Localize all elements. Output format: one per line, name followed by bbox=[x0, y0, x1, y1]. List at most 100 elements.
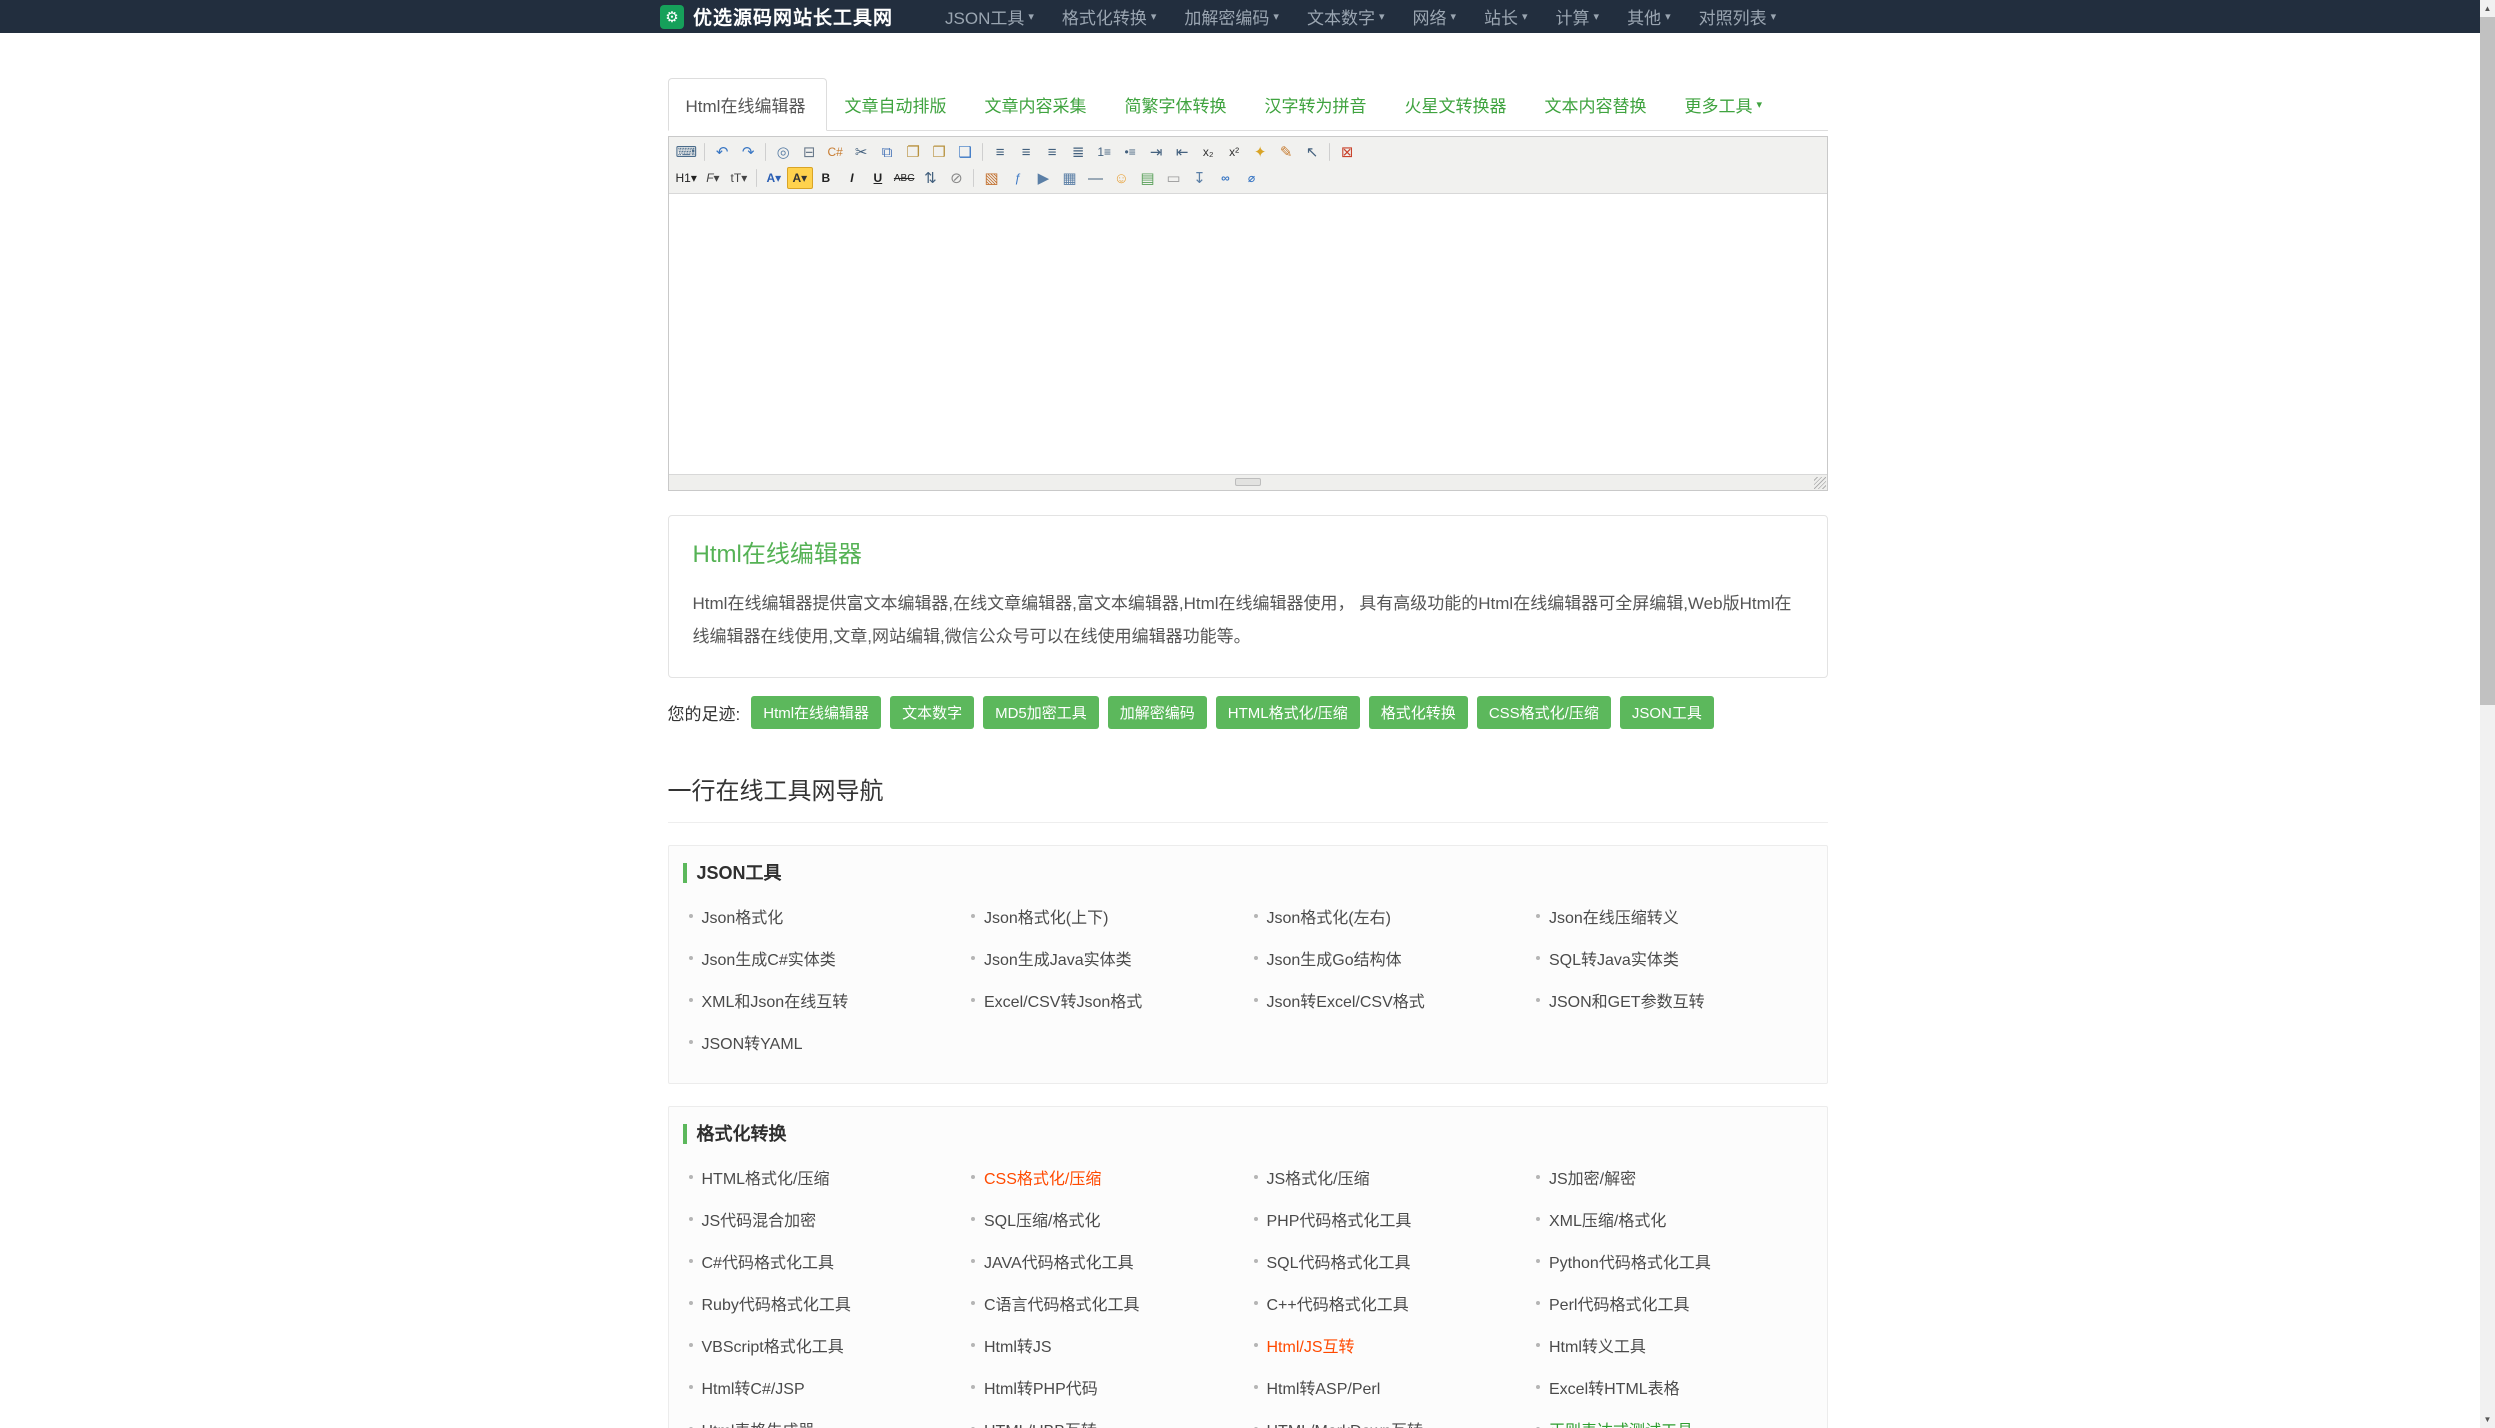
tool-link[interactable]: HTML/UBB互转 bbox=[965, 1408, 1248, 1428]
tool-link[interactable]: SQL转Java实体类 bbox=[1530, 937, 1813, 979]
tool-link[interactable]: Excel/CSV转Json格式 bbox=[965, 979, 1248, 1021]
tool-link[interactable]: VBScript格式化工具 bbox=[683, 1324, 966, 1366]
menu-encrypt-encode[interactable]: 加解密编码 ▾ bbox=[1170, 4, 1293, 29]
picture-icon[interactable]: ▤ bbox=[1134, 167, 1160, 189]
highlight-color-icon[interactable]: A▾ bbox=[787, 167, 813, 189]
justify-icon[interactable]: ≣ bbox=[1065, 141, 1091, 163]
menu-webmaster[interactable]: 站长 ▾ bbox=[1470, 4, 1542, 29]
print-icon[interactable]: ⊟ bbox=[796, 141, 822, 163]
tab-html-editor[interactable]: Html在线编辑器 bbox=[668, 78, 828, 131]
paste-from-word-icon[interactable]: ❑ bbox=[952, 141, 978, 163]
tool-link[interactable]: Json生成C#实体类 bbox=[683, 937, 966, 979]
align-right-icon[interactable]: ≡ bbox=[1039, 141, 1065, 163]
heading-select-icon[interactable]: H1▾ bbox=[673, 167, 700, 189]
tool-link[interactable]: HTML/MarkDown互转 bbox=[1248, 1408, 1531, 1428]
footprint-button[interactable]: JSON工具 bbox=[1620, 696, 1714, 729]
format-brush-icon[interactable]: ✦ bbox=[1247, 141, 1273, 163]
flash-icon[interactable]: ƒ bbox=[1004, 167, 1030, 189]
tool-link[interactable]: 正则表达式测试工具 bbox=[1530, 1408, 1813, 1428]
tool-link[interactable]: Json转Excel/CSV格式 bbox=[1248, 979, 1531, 1021]
tool-link[interactable]: Html转PHP代码 bbox=[965, 1366, 1248, 1408]
footprint-button[interactable]: MD5加密工具 bbox=[983, 696, 1099, 729]
indent-icon[interactable]: ⇥ bbox=[1143, 141, 1169, 163]
tool-link[interactable]: Python代码格式化工具 bbox=[1530, 1240, 1813, 1282]
tool-link[interactable]: XML压缩/格式化 bbox=[1530, 1198, 1813, 1240]
tool-link[interactable]: JS格式化/压缩 bbox=[1248, 1156, 1531, 1198]
tool-link[interactable]: Json生成Go结构体 bbox=[1248, 937, 1531, 979]
tool-link[interactable]: Json生成Java实体类 bbox=[965, 937, 1248, 979]
scrollbar-down-button[interactable]: ▼ bbox=[2480, 1411, 2495, 1428]
tool-link[interactable]: Perl代码格式化工具 bbox=[1530, 1282, 1813, 1324]
tool-link[interactable]: Json格式化(上下) bbox=[965, 895, 1248, 937]
fullscreen-icon[interactable]: ⊠ bbox=[1334, 141, 1360, 163]
menu-network[interactable]: 网络 ▾ bbox=[1398, 4, 1470, 29]
tab-article-collect[interactable]: 文章内容采集 bbox=[967, 79, 1107, 130]
tab-simp-trad-convert[interactable]: 简繁字体转换 bbox=[1107, 79, 1247, 130]
underline-icon[interactable]: U bbox=[865, 167, 891, 189]
brand-link[interactable]: ⚙ 优选源码网站长工具网 bbox=[660, 3, 893, 30]
resize-grip-icon[interactable] bbox=[1814, 477, 1826, 489]
scrollbar[interactable]: ▲ ▼ bbox=[2480, 0, 2495, 1428]
menu-calculate[interactable]: 计算 ▾ bbox=[1542, 4, 1614, 29]
tool-link[interactable]: Ruby代码格式化工具 bbox=[683, 1282, 966, 1324]
table-icon[interactable]: ▦ bbox=[1056, 167, 1082, 189]
horizontal-rule-icon[interactable]: ― bbox=[1082, 167, 1108, 189]
strikethrough-icon[interactable]: ABC bbox=[891, 167, 918, 189]
tool-link[interactable]: Html转JS bbox=[965, 1324, 1248, 1366]
align-center-icon[interactable]: ≡ bbox=[1013, 141, 1039, 163]
preview-icon[interactable]: ◎ bbox=[770, 141, 796, 163]
tool-link[interactable]: C语言代码格式化工具 bbox=[965, 1282, 1248, 1324]
tool-link[interactable]: PHP代码格式化工具 bbox=[1248, 1198, 1531, 1240]
tool-link[interactable]: Json在线压缩转义 bbox=[1530, 895, 1813, 937]
tool-link[interactable]: C++代码格式化工具 bbox=[1248, 1282, 1531, 1324]
menu-reference-tables[interactable]: 对照列表 ▾ bbox=[1685, 4, 1791, 29]
tool-link[interactable]: C#代码格式化工具 bbox=[683, 1240, 966, 1282]
remove-format-icon[interactable]: ⊘ bbox=[943, 167, 969, 189]
italic-icon[interactable]: I bbox=[839, 167, 865, 189]
footprint-button[interactable]: 加解密编码 bbox=[1108, 696, 1207, 729]
select-all-icon[interactable]: ↖ bbox=[1299, 141, 1325, 163]
footprint-button[interactable]: Html在线编辑器 bbox=[751, 696, 881, 729]
menu-text-number[interactable]: 文本数字 ▾ bbox=[1293, 4, 1399, 29]
resize-drag-handle[interactable] bbox=[1235, 478, 1261, 486]
text-color-icon[interactable]: A▾ bbox=[761, 167, 787, 189]
tool-link[interactable]: Html转义工具 bbox=[1530, 1324, 1813, 1366]
tool-link[interactable]: SQL压缩/格式化 bbox=[965, 1198, 1248, 1240]
source-icon[interactable]: ⌨ bbox=[673, 141, 701, 163]
tool-link[interactable]: Html转ASP/Perl bbox=[1248, 1366, 1531, 1408]
tool-link[interactable]: JSON和GET参数互转 bbox=[1530, 979, 1813, 1021]
tab-more-tools[interactable]: 更多工具 ▾ bbox=[1667, 79, 1779, 130]
editor-canvas[interactable] bbox=[669, 194, 1827, 474]
copy-icon[interactable]: ⧉ bbox=[874, 141, 900, 163]
footprint-button[interactable]: 格式化转换 bbox=[1369, 696, 1468, 729]
menu-json-tools[interactable]: JSON工具 ▾ bbox=[931, 4, 1048, 29]
tab-hanzi-to-pinyin[interactable]: 汉字转为拼音 bbox=[1247, 79, 1387, 130]
tool-link[interactable]: HTML格式化/压缩 bbox=[683, 1156, 966, 1198]
align-left-icon[interactable]: ≡ bbox=[987, 141, 1013, 163]
tool-link[interactable]: SQL代码格式化工具 bbox=[1248, 1240, 1531, 1282]
anchor-icon[interactable]: ↧ bbox=[1186, 167, 1212, 189]
menu-format-convert[interactable]: 格式化转换 ▾ bbox=[1048, 4, 1171, 29]
tool-link[interactable]: Html表格生成器 bbox=[683, 1408, 966, 1428]
tab-mars-text[interactable]: 火星文转换器 bbox=[1387, 79, 1527, 130]
tool-link[interactable]: JS代码混合加密 bbox=[683, 1198, 966, 1240]
tab-text-replace[interactable]: 文本内容替换 bbox=[1527, 79, 1667, 130]
ordered-list-icon[interactable]: 1≡ bbox=[1091, 141, 1117, 163]
tool-link[interactable]: Html转C#/JSP bbox=[683, 1366, 966, 1408]
tool-link[interactable]: Json格式化(左右) bbox=[1248, 895, 1531, 937]
tool-link[interactable]: Excel转HTML表格 bbox=[1530, 1366, 1813, 1408]
unlink-icon[interactable]: ⌀ bbox=[1238, 167, 1264, 189]
bold-icon[interactable]: B bbox=[813, 167, 839, 189]
tab-auto-typeset[interactable]: 文章自动排版 bbox=[827, 79, 967, 130]
cut-icon[interactable]: ✂ bbox=[848, 141, 874, 163]
tool-link[interactable]: JSON转YAML bbox=[683, 1021, 966, 1063]
menu-others[interactable]: 其他 ▾ bbox=[1613, 4, 1685, 29]
tool-link[interactable]: Html/JS互转 bbox=[1248, 1324, 1531, 1366]
footprint-button[interactable]: CSS格式化/压缩 bbox=[1477, 696, 1611, 729]
font-family-icon[interactable]: F▾ bbox=[700, 167, 726, 189]
scrollbar-up-button[interactable]: ▲ bbox=[2480, 0, 2495, 17]
paste-as-text-icon[interactable]: ❒ bbox=[926, 141, 952, 163]
footprint-button[interactable]: HTML格式化/压缩 bbox=[1216, 696, 1360, 729]
emoticon-icon[interactable]: ☺ bbox=[1108, 167, 1134, 189]
media-icon[interactable]: ▶ bbox=[1030, 167, 1056, 189]
